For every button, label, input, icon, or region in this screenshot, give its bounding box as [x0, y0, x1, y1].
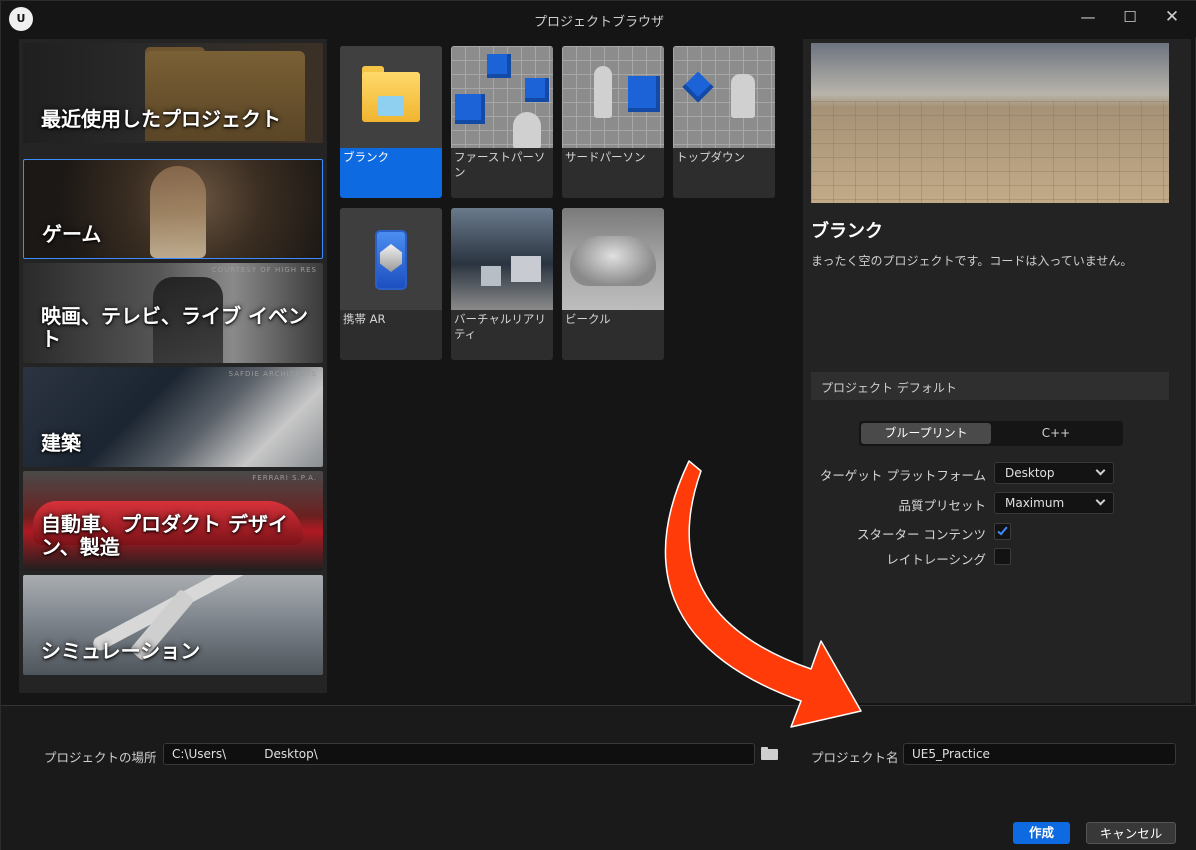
cube-art	[525, 78, 549, 102]
template-label: バーチャルリアリティ	[454, 312, 546, 341]
ray-tracing-label: レイトレーシング	[886, 552, 986, 567]
category-credit: SAFDIE ARCHITECTS	[228, 370, 317, 378]
template-label: サードパーソン	[565, 150, 646, 164]
category-label: 映画、テレビ、ライブ イベント	[41, 304, 308, 351]
template-label: 携帯 AR	[343, 312, 386, 326]
maximize-button[interactable]: ☐	[1112, 5, 1148, 29]
car-art	[570, 236, 656, 286]
template-label: ビークル	[565, 312, 611, 326]
minimize-button[interactable]: —	[1070, 5, 1106, 29]
template-top-down[interactable]: トップダウン	[673, 46, 775, 198]
close-button[interactable]: ✕	[1154, 5, 1190, 29]
project-defaults-header[interactable]: プロジェクト デフォルト	[811, 372, 1169, 400]
template-thumbnail	[340, 46, 442, 148]
browse-folder-icon[interactable]	[761, 747, 778, 760]
document-icon	[378, 96, 404, 116]
project-name-input[interactable]	[903, 743, 1176, 765]
template-first-person[interactable]: ファーストパーソン	[451, 46, 553, 198]
template-thumbnail	[451, 208, 553, 310]
arms-art	[513, 112, 541, 148]
category-label: ゲーム	[42, 222, 102, 246]
template-thumbnail	[562, 208, 664, 310]
game-character-art	[150, 166, 206, 258]
template-virtual-reality[interactable]: バーチャルリアリティ	[451, 208, 553, 360]
check-icon	[997, 524, 1008, 536]
quality-preset-label: 品質プリセット	[898, 498, 986, 513]
category-recent-projects[interactable]: 最近使用したプロジェクト	[23, 43, 323, 143]
template-vehicle[interactable]: ビークル	[562, 208, 664, 360]
mannequin-art	[731, 74, 755, 118]
target-platform-label: ターゲット プラットフォーム	[819, 468, 986, 483]
category-simulation[interactable]: シミュレーション	[23, 575, 323, 675]
category-credit: COURTESY OF HIGH RES	[211, 266, 317, 274]
category-label: シミュレーション	[41, 639, 201, 663]
category-film-tv[interactable]: COURTESY OF HIGH RES 映画、テレビ、ライブ イベント	[23, 263, 323, 363]
project-browser-window: U プロジェクトブラウザ — ☐ ✕ 最近使用したプロジェクト ゲーム COUR…	[0, 0, 1196, 850]
preview-floor-art	[811, 101, 1169, 203]
dropdown-value: Maximum	[1005, 496, 1065, 510]
blueprint-option[interactable]: ブループリント	[861, 423, 991, 444]
folder-icon-body	[761, 749, 778, 760]
project-location-label: プロジェクトの場所	[44, 750, 157, 765]
template-handheld-ar[interactable]: 携帯 AR	[340, 208, 442, 360]
cpp-option[interactable]: C++	[991, 423, 1121, 444]
template-details-panel: ブランク まったく空のプロジェクトです。コードは入っていません。 プロジェクト …	[803, 39, 1191, 703]
create-button[interactable]: 作成	[1013, 822, 1070, 844]
template-thumbnail	[451, 46, 553, 148]
category-label: 最近使用したプロジェクト	[41, 107, 281, 131]
template-thumbnail	[340, 208, 442, 310]
chevron-down-icon	[1095, 495, 1106, 506]
template-title: ブランク	[811, 221, 883, 242]
target-platform-dropdown[interactable]: Desktop	[994, 462, 1114, 484]
title-bar: U プロジェクトブラウザ — ☐ ✕	[1, 1, 1196, 37]
template-label: ブランク	[343, 150, 389, 164]
cube-art	[628, 76, 660, 112]
chevron-down-icon	[1095, 465, 1106, 476]
starter-content-checkbox[interactable]	[994, 523, 1011, 540]
category-label: 自動車、プロダクト デザイン、製造	[41, 512, 288, 559]
quality-preset-dropdown[interactable]: Maximum	[994, 492, 1114, 514]
category-label: 建築	[41, 431, 81, 455]
category-credit: FERRARI S.P.A.	[252, 474, 317, 482]
template-thumbnail	[562, 46, 664, 148]
template-preview-image	[811, 43, 1169, 203]
project-location-input[interactable]	[163, 743, 755, 765]
template-label: トップダウン	[676, 150, 745, 164]
block-art	[481, 266, 501, 286]
template-label: ファーストパーソン	[454, 150, 546, 179]
template-blank[interactable]: ブランク	[340, 46, 442, 198]
category-games[interactable]: ゲーム	[23, 159, 323, 259]
starter-content-label: スターター コンテンツ	[857, 527, 986, 542]
template-third-person[interactable]: サードパーソン	[562, 46, 664, 198]
cube-art	[455, 94, 485, 124]
category-panel: 最近使用したプロジェクト ゲーム COURTESY OF HIGH RES 映画…	[19, 39, 327, 693]
window-title: プロジェクトブラウザ	[533, 15, 664, 30]
block-art	[511, 256, 541, 282]
project-name-label: プロジェクト名	[811, 750, 899, 765]
category-architecture[interactable]: SAFDIE ARCHITECTS 建築	[23, 367, 323, 467]
dropdown-value: Desktop	[1005, 466, 1055, 480]
template-description: まったく空のプロジェクトです。コードは入っていません。	[811, 254, 1133, 268]
arrow-art	[682, 71, 714, 103]
language-toggle: ブループリント C++	[859, 421, 1123, 446]
cube-art	[487, 54, 511, 78]
mannequin-art	[594, 66, 612, 118]
template-thumbnail	[673, 46, 775, 148]
category-automotive[interactable]: FERRARI S.P.A. 自動車、プロダクト デザイン、製造	[23, 471, 323, 571]
cancel-button[interactable]: キャンセル	[1086, 822, 1176, 844]
ray-tracing-checkbox[interactable]	[994, 548, 1011, 565]
